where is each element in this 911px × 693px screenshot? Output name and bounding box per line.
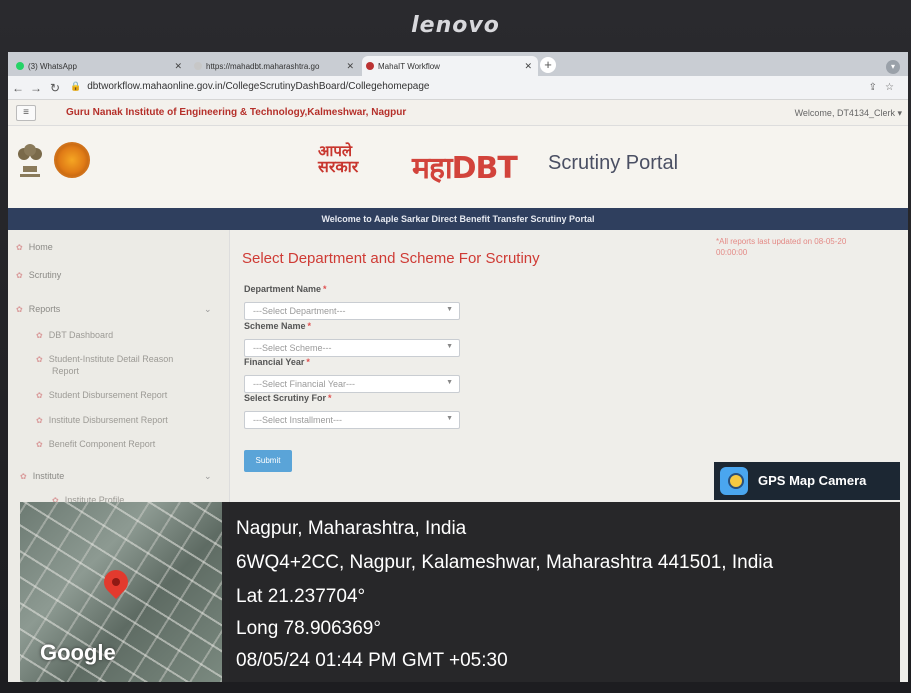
close-icon[interactable]: ✕ <box>524 61 532 72</box>
forward-icon[interactable]: → <box>30 81 42 95</box>
sidebar-item-student-institute-detail[interactable]: ✿ Student-Institute Detail Reason <box>36 354 173 364</box>
gps-place: Nagpur, Maharashtra, India <box>236 518 467 539</box>
sidebar-item-benefit-component[interactable]: ✿ Benefit Component Report <box>36 439 155 449</box>
chevron-down-icon: ▼ <box>446 306 453 313</box>
chevron-down-icon: ▼ <box>446 343 453 350</box>
chevron-down-icon[interactable]: ⌄ <box>204 471 212 482</box>
close-icon[interactable]: ✕ <box>174 61 182 72</box>
sidebar-item-dbt-dashboard[interactable]: ✿ DBT Dashboard <box>36 330 113 340</box>
department-select[interactable]: ---Select Department--- ▼ <box>244 302 460 320</box>
national-emblem-icon <box>18 144 42 177</box>
financial-year-label: Financial Year * <box>244 357 310 367</box>
new-tab-button[interactable]: + <box>540 57 556 73</box>
gps-camera-icon <box>720 467 748 495</box>
page-top-strip: ≡ Guru Nanak Institute of Engineering & … <box>8 100 908 126</box>
share-star-icons[interactable]: ⇪☆ <box>869 82 902 93</box>
reload-icon[interactable]: ↻ <box>50 81 60 95</box>
department-label: Department Name * <box>244 284 327 294</box>
gps-longitude: Long 78.906369° <box>236 618 381 639</box>
financial-year-select[interactable]: ---Select Financial Year--- ▼ <box>244 375 460 393</box>
last-updated-notice: *All reports last updated on 08-05-20 00… <box>716 237 847 257</box>
tab-label: MahaIT Workflow <box>378 62 440 71</box>
scheme-select[interactable]: ---Select Scheme--- ▼ <box>244 339 460 357</box>
photo-frame: lenovo (3) WhatsApp ✕ https://mahadbt.ma… <box>0 0 911 693</box>
tab-bar: (3) WhatsApp ✕ https://mahadbt.maharasht… <box>8 52 908 76</box>
url-text: dbtworkflow.mahaonline.gov.in/CollegeScr… <box>87 81 430 92</box>
sidebar-item-institute-disbursement[interactable]: ✿ Institute Disbursement Report <box>36 415 168 425</box>
close-icon[interactable]: ✕ <box>346 61 354 72</box>
gps-address: 6WQ4+2CC, Nagpur, Kalameshwar, Maharasht… <box>236 552 774 573</box>
chevron-down-icon[interactable]: ⌄ <box>204 304 212 315</box>
welcome-banner: Welcome to Aaple Sarkar Direct Benefit T… <box>8 208 908 230</box>
chevron-down-icon: ▼ <box>446 379 453 386</box>
scheme-label: Scheme Name * <box>244 321 312 331</box>
sidebar-item-student-disbursement[interactable]: ✿ Student Disbursement Report <box>36 390 167 400</box>
installment-select[interactable]: ---Select Installment--- ▼ <box>244 411 460 429</box>
address-bar: ← → ↻ 🔒 dbtworkflow.mahaonline.gov.in/Col… <box>8 76 908 100</box>
url-field[interactable]: 🔒 dbtworkflow.mahaonline.gov.in/CollegeSc… <box>70 81 429 96</box>
laptop-brand-logo: lenovo <box>411 13 500 38</box>
aaple-sarkar-logo: आपले सरकार <box>318 142 359 176</box>
lock-icon: 🔒 <box>70 81 82 91</box>
tab-search-icon[interactable]: ▾ <box>886 60 900 74</box>
sidebar-item-scrutiny[interactable]: ✿ Scrutiny <box>16 270 61 280</box>
tab-label: https://mahadbt.maharashtra.go <box>206 62 320 71</box>
page-title: Select Department and Scheme For Scrutin… <box>242 250 540 267</box>
gps-latitude: Lat 21.237704° <box>236 586 366 607</box>
sidebar-item-reports[interactable]: ✿ Reports <box>16 304 60 314</box>
mahadbt-logo: महाDBT <box>412 151 518 186</box>
tab-mahadbt[interactable]: https://mahadbt.maharashtra.go ✕ <box>190 56 360 76</box>
mahait-icon <box>366 62 374 70</box>
brand-row: आपले सरकार महाDBT Scrutiny Portal <box>8 126 908 208</box>
chevron-down-icon: ▼ <box>446 415 453 422</box>
hamburger-menu-icon[interactable]: ≡ <box>16 105 36 121</box>
gps-camera-badge: GPS Map Camera <box>714 462 900 500</box>
portal-title: Scrutiny Portal <box>548 152 679 174</box>
sidebar-item-institute[interactable]: ✿ Institute <box>20 471 64 481</box>
scrutiny-for-label: Select Scrutiny For * <box>244 393 332 403</box>
sidebar-item-report-cont: Report <box>52 366 80 376</box>
page-icon <box>194 62 202 70</box>
tab-whatsapp[interactable]: (3) WhatsApp ✕ <box>12 56 188 76</box>
tab-mahait-workflow[interactable]: MahaIT Workflow ✕ <box>362 56 538 76</box>
sidebar-item-home[interactable]: ✿ Home <box>16 242 53 252</box>
maharashtra-seal-icon <box>54 142 90 178</box>
submit-button[interactable]: Submit <box>244 450 292 472</box>
gps-datetime: 08/05/24 01:44 PM GMT +05:30 <box>236 650 508 671</box>
tab-label: (3) WhatsApp <box>28 62 77 71</box>
welcome-user-menu[interactable]: Welcome, DT4134_Clerk ▾ <box>795 108 902 119</box>
whatsapp-icon <box>16 62 24 70</box>
back-icon[interactable]: ← <box>12 81 24 95</box>
institute-name: Guru Nanak Institute of Engineering & Te… <box>66 107 407 118</box>
google-logo: Google <box>40 640 116 665</box>
